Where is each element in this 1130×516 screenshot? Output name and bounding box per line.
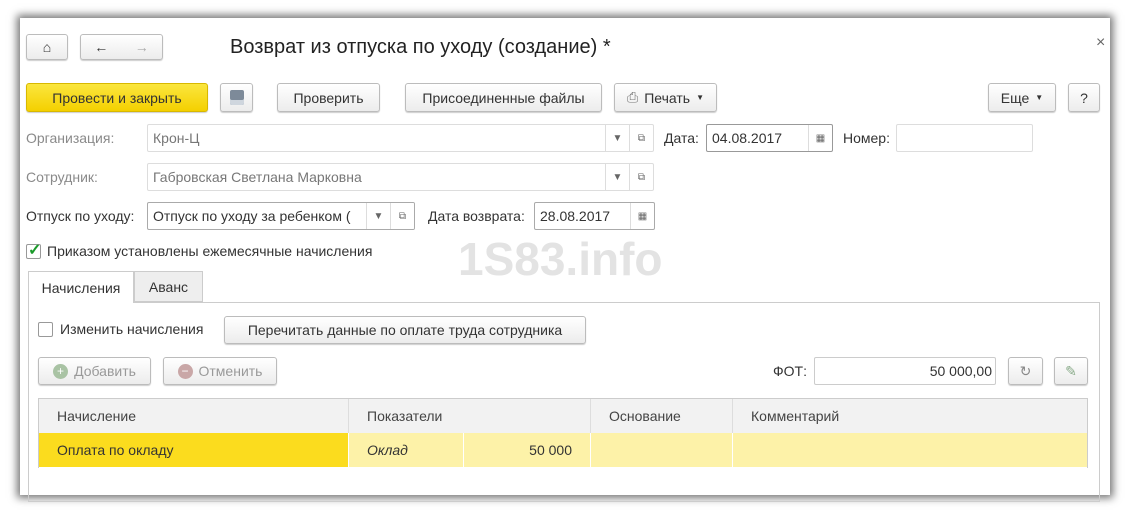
home-button[interactable]: ⌂ [26,34,68,60]
date-label: Дата: [664,130,699,146]
column-header-accrual[interactable]: Начисление [39,399,349,433]
close-icon[interactable]: × [1096,34,1105,52]
number-label: Номер: [843,130,890,146]
org-value: Крон-Ц [153,130,200,146]
return-date-value: 28.08.2017 [540,208,611,224]
change-accruals-checkbox[interactable] [38,322,53,337]
chevron-down-icon: ▼ [696,93,704,102]
cell-accrual[interactable]: Оплата по окладу [39,433,349,467]
back-arrow-icon[interactable]: ← [94,39,108,55]
add-button[interactable]: + Добавить [38,357,151,385]
accruals-table: Начисление Показатели Основание Коммента… [38,398,1088,468]
home-icon: ⌂ [42,39,52,55]
page-title: Возврат из отпуска по уходу (создание) * [230,36,611,58]
org-label: Организация: [26,130,115,146]
employee-value: Габровская Светлана Марковна [153,169,362,185]
monthly-accruals-checkbox[interactable]: ✓ [26,242,41,259]
date-input[interactable]: 04.08.2017 ▦ [706,124,833,152]
cell-basis[interactable] [591,433,733,467]
date-value: 04.08.2017 [712,130,783,146]
employee-field[interactable]: Габровская Светлана Марковна ▼ ⧉ [147,163,654,191]
edit-button[interactable]: ✎ [1054,357,1088,385]
return-date-label: Дата возврата: [428,208,525,224]
watermark: 1S83.info [458,233,663,285]
post-and-close-button[interactable]: Провести и закрыть [26,83,208,112]
open-icon[interactable]: ⧉ [629,125,653,151]
more-button[interactable]: Еще ▼ [988,83,1056,112]
open-icon[interactable]: ⧉ [390,203,414,229]
employee-label: Сотрудник: [26,169,98,185]
cell-indicator-value[interactable]: 50 000 [464,433,591,467]
document-window: ⌂ ← → Возврат из отпуска по уходу (созда… [20,18,1110,502]
refresh-icon: ↻ [1019,362,1032,379]
minus-circle-icon: − [177,363,193,379]
more-label: Еще [1000,89,1030,106]
print-button[interactable]: ⎙ Печать ▼ [614,83,717,112]
pencil-icon: ✎ [1065,362,1077,379]
chevron-down-icon: ▼ [1035,93,1044,102]
tab-accruals[interactable]: Начисления [28,271,134,303]
return-date-input[interactable]: 28.08.2017 ▦ [534,202,655,230]
dropdown-arrow-icon[interactable]: ▼ [605,125,629,151]
reread-pay-data-button[interactable]: Перечитать данные по оплате труда сотруд… [224,316,586,344]
calendar-icon[interactable]: ▦ [808,125,832,151]
dropdown-arrow-icon[interactable]: ▼ [366,203,390,229]
org-field[interactable]: Крон-Ц ▼ ⧉ [147,124,654,152]
save-button[interactable] [220,83,253,112]
add-label: Добавить [74,363,136,379]
dropdown-arrow-icon[interactable]: ▼ [605,164,629,190]
print-label: Печать [644,89,691,106]
tab-advance[interactable]: Аванс [134,271,203,302]
column-header-comment[interactable]: Комментарий [733,399,1087,433]
column-header-basis[interactable]: Основание [591,399,733,433]
cancel-label: Отменить [198,363,263,379]
attached-files-button[interactable]: Присоединенные файлы [405,83,602,112]
forward-arrow-icon[interactable]: → [135,39,149,55]
help-button[interactable]: ? [1068,83,1100,112]
nav-group: ← → [80,34,163,60]
cancel-button[interactable]: − Отменить [163,357,277,385]
plus-circle-icon: + [53,363,69,379]
open-icon[interactable]: ⧉ [629,164,653,190]
leave-field[interactable]: Отпуск по уходу за ребенком ( ▼ ⧉ [147,202,415,230]
calendar-icon[interactable]: ▦ [630,203,654,229]
checkmark-icon: ✓ [28,242,42,259]
number-input[interactable] [896,124,1033,152]
check-button[interactable]: Проверить [277,83,380,112]
column-header-indicators[interactable]: Показатели [349,399,591,433]
refresh-button[interactable]: ↻ [1008,357,1043,385]
change-accruals-label: Изменить начисления [60,321,204,337]
printer-icon: ⎙ [627,89,639,105]
leave-value: Отпуск по уходу за ребенком ( [153,208,351,224]
fot-input[interactable]: 50 000,00 [814,357,996,385]
cell-indicator[interactable]: Оклад [349,433,464,467]
cell-comment[interactable] [733,433,1087,467]
fot-label: ФОТ: [773,363,807,379]
floppy-disk-icon [229,90,244,105]
leave-label: Отпуск по уходу: [26,208,135,224]
monthly-accruals-label: Приказом установлены ежемесячные начисле… [47,243,373,259]
